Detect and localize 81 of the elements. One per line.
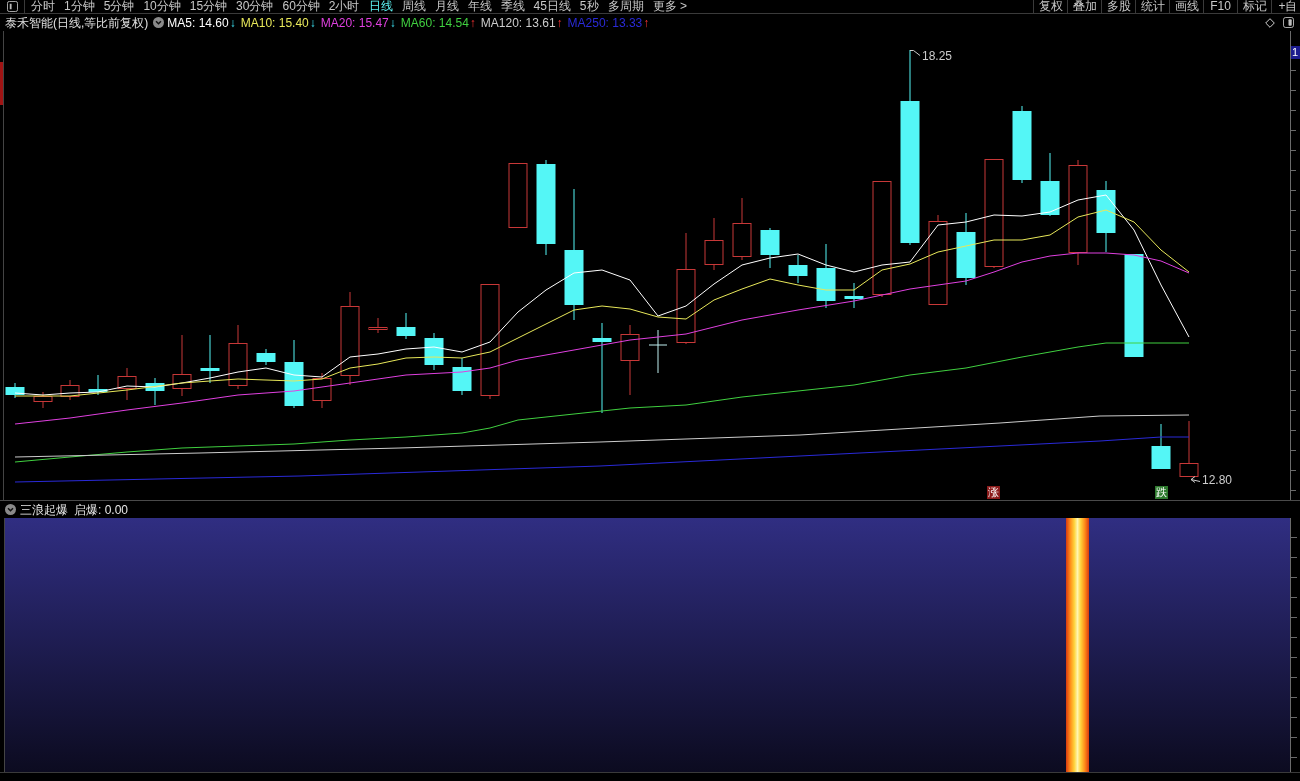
candlestick	[1040, 152, 1060, 217]
toolbar-button[interactable]: 统计	[1135, 0, 1169, 13]
candlestick	[312, 372, 332, 409]
indicator-title: 三浪起爆	[20, 502, 68, 517]
candlestick	[145, 377, 165, 406]
period-tab[interactable]: 5分钟	[103, 0, 135, 13]
toolbar-button[interactable]: 复权	[1033, 0, 1067, 13]
candlestick	[117, 367, 137, 401]
toolbar-button[interactable]: 画线	[1169, 0, 1203, 13]
period-tab[interactable]: 周线	[401, 0, 426, 13]
period-tab[interactable]: 45日线	[533, 0, 571, 13]
candlestick	[508, 163, 528, 228]
period-tab[interactable]: 分时	[31, 0, 55, 13]
candlestick	[284, 339, 304, 409]
leader-line	[909, 50, 921, 56]
candlestick	[33, 391, 53, 409]
trend-arrow: ↓	[309, 15, 316, 30]
period-tab[interactable]: 日线	[368, 0, 393, 13]
period-tab[interactable]: 10分钟	[143, 0, 181, 13]
indicator-value: 启爆: 0.00	[74, 502, 129, 517]
candlestick	[816, 243, 836, 309]
signal-label: 跌	[1155, 486, 1168, 499]
moving-average-value: MA20: 15.47	[320, 15, 389, 30]
leader-arrow	[1190, 476, 1201, 483]
candlestick	[788, 254, 808, 284]
period-tab[interactable]: 5秒	[579, 0, 599, 13]
chevron-icon[interactable]	[5, 504, 16, 515]
period-tab[interactable]: 30分钟	[236, 0, 274, 13]
period-tab[interactable]: 月线	[434, 0, 459, 13]
moving-average-value: MA120: 13.61	[480, 15, 556, 30]
moving-average-value: MA250: 13.33	[567, 15, 643, 30]
candlestick	[60, 379, 80, 401]
moving-average-value: MA5: 14.60	[167, 15, 229, 30]
candlestick	[368, 317, 388, 334]
sidebar-icon[interactable]	[6, 1, 18, 12]
candlestick	[5, 382, 25, 399]
period-tab[interactable]: 季线	[500, 0, 525, 13]
toolbar-button[interactable]: 标记	[1237, 0, 1271, 13]
chevron-icon[interactable]	[153, 17, 165, 28]
moving-average-value: MA10: 15.40	[240, 15, 309, 30]
candlestick	[88, 374, 108, 396]
candlestick	[704, 217, 724, 271]
period-tab[interactable]: 年线	[467, 0, 492, 13]
low-price-label: 12.80	[1202, 474, 1233, 486]
period-tab[interactable]: 60分钟	[282, 0, 320, 13]
candlestick	[620, 324, 640, 396]
price-tag: 1	[1291, 46, 1300, 59]
trend-arrow: ↑	[469, 15, 476, 30]
toolbar-button[interactable]: 叠加	[1067, 0, 1101, 13]
candlestick	[844, 282, 864, 309]
period-tab[interactable]: 15分钟	[189, 0, 228, 13]
candlestick	[452, 357, 472, 396]
candlestick	[424, 332, 444, 371]
moving-average-value: MA60: 14.54	[400, 15, 469, 30]
candlestick	[1179, 420, 1199, 477]
candlestick	[256, 348, 276, 366]
candlestick	[172, 334, 192, 397]
trend-arrow: ↑	[556, 15, 563, 30]
stock-title: 泰禾智能(日线,等比前复权)	[5, 15, 149, 30]
period-tab[interactable]: 1分钟	[64, 0, 95, 13]
high-price-label: 18.25	[922, 50, 953, 62]
diamond-icon[interactable]	[1265, 17, 1275, 28]
candlestick	[1151, 423, 1171, 470]
candlestick	[396, 312, 416, 340]
sidebar-icon[interactable]	[1283, 17, 1294, 28]
period-tab[interactable]: 2小时	[328, 0, 360, 13]
candlestick	[732, 197, 752, 261]
toolbar-button[interactable]: F10	[1203, 0, 1237, 13]
toolbar-button[interactable]: +自	[1271, 0, 1300, 13]
toolbar-button[interactable]: 多股	[1101, 0, 1135, 13]
candlestick	[760, 227, 780, 269]
period-tab[interactable]: 更多 >	[652, 0, 687, 13]
trend-arrow: ↑	[643, 15, 650, 30]
signal-label: 涨	[987, 486, 1000, 499]
edge-marker	[0, 62, 3, 105]
candlestick	[648, 329, 668, 374]
candlestick	[200, 334, 220, 384]
candlestick	[228, 324, 248, 390]
trend-arrow: ↓	[389, 15, 396, 30]
period-tab[interactable]: 多周期	[607, 0, 644, 13]
trend-arrow: ↓	[229, 15, 236, 30]
